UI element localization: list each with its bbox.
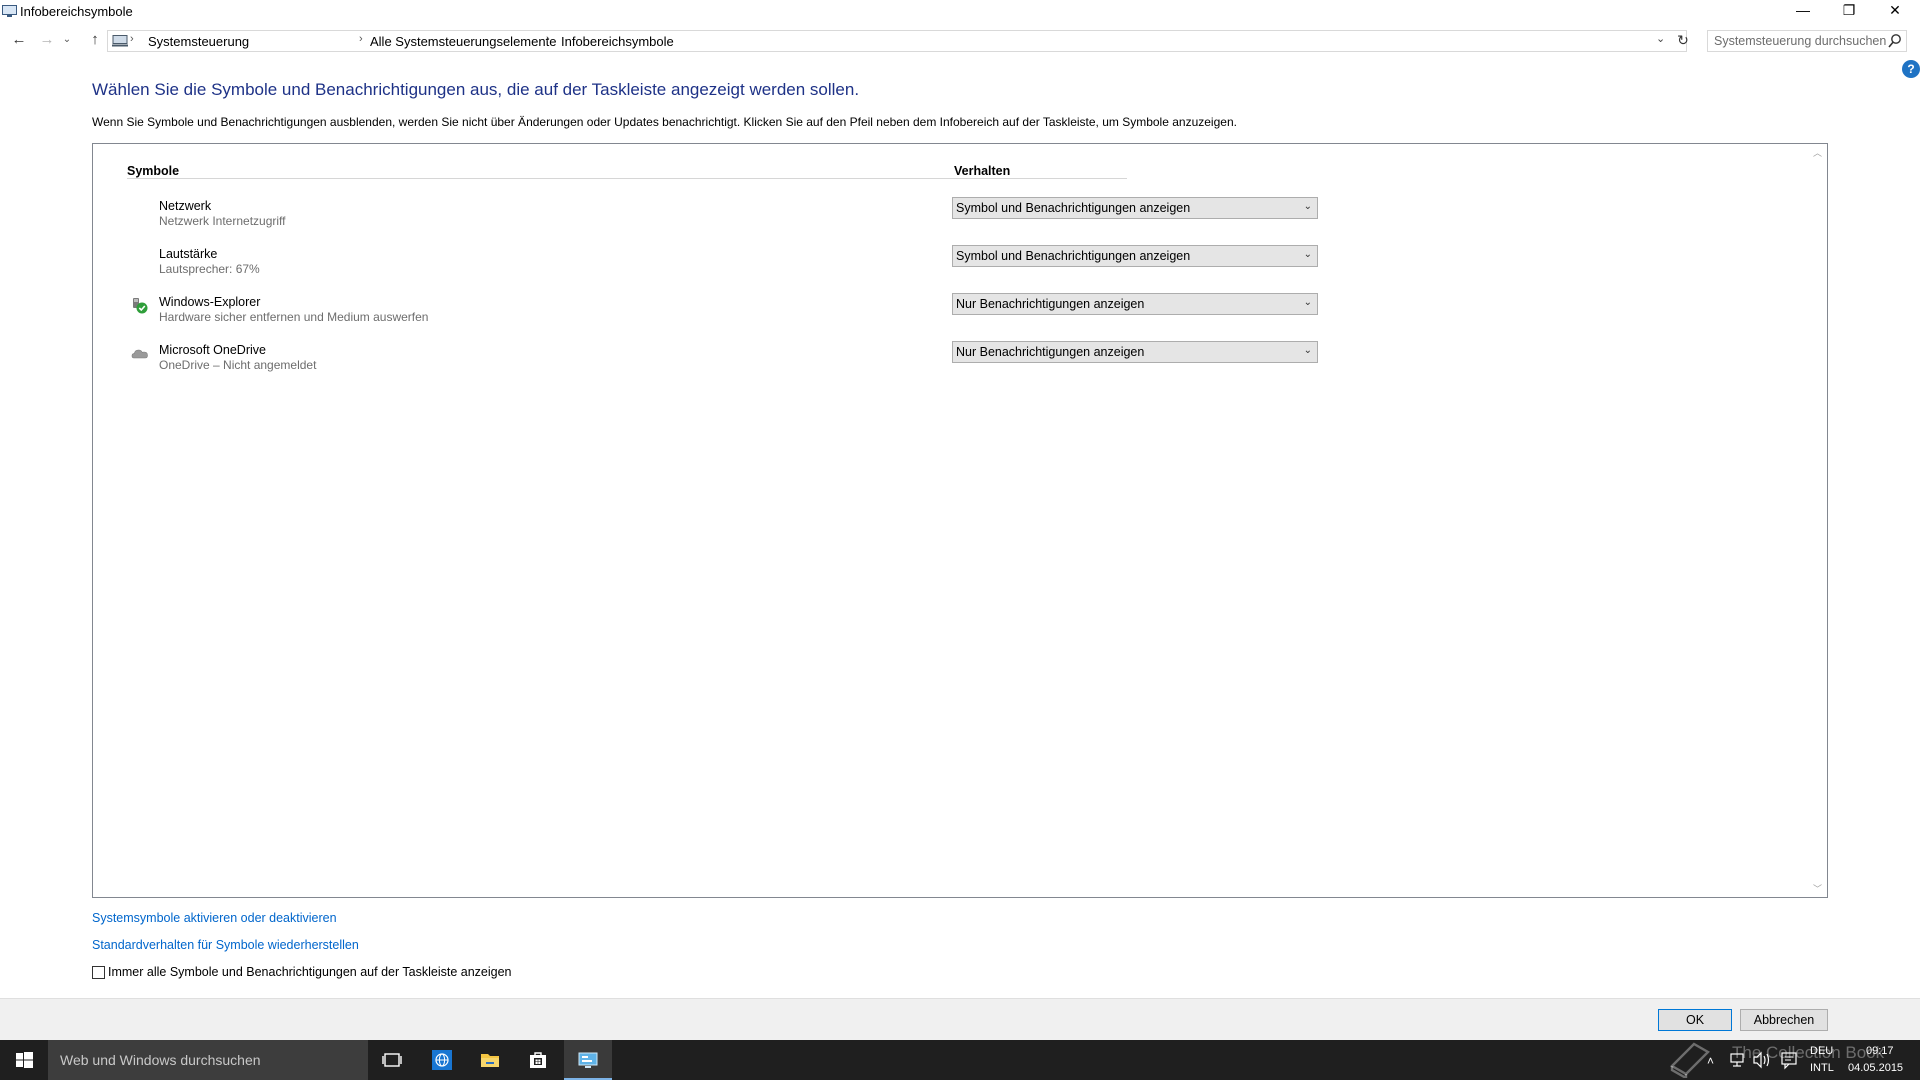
help-icon[interactable]: ? (1902, 60, 1920, 78)
close-button[interactable]: ✕ (1872, 0, 1918, 24)
start-button[interactable] (0, 1040, 48, 1080)
column-header-symbols[interactable]: Symbole (127, 164, 179, 178)
windows-logo-icon (16, 1052, 33, 1068)
control-panel-icon (2, 5, 17, 17)
control-panel-icon (578, 1052, 598, 1068)
restore-defaults-link[interactable]: Standardverhalten für Symbole wiederhers… (92, 938, 359, 952)
chevron-down-icon: ⌄ (1303, 297, 1312, 308)
task-view-icon (382, 1053, 402, 1067)
maximize-button[interactable]: ❐ (1826, 0, 1872, 24)
taskbar: Web und Windows durchsuchen ˄ DEU INTL 0… (0, 1040, 1920, 1080)
scroll-up-icon[interactable]: ︿ (1813, 146, 1822, 159)
dropdown-value: Symbol und Benachrichtigungen anzeigen (956, 201, 1191, 215)
chevron-down-icon: ⌄ (1303, 201, 1312, 212)
checkbox-label[interactable]: Immer alle Symbole und Benachrichtigunge… (108, 965, 511, 979)
store-bag-icon (530, 1052, 546, 1068)
system-icons-link[interactable]: Systemsymbole aktivieren oder deaktivier… (92, 911, 337, 925)
taskbar-store-button[interactable] (514, 1040, 562, 1080)
watermark-text: The Collection Book (1732, 1043, 1885, 1062)
list-item: Microsoft OneDrive OneDrive – Nicht ange… (93, 341, 1793, 385)
safely-remove-hardware-icon (133, 298, 148, 314)
task-view-button[interactable] (368, 1040, 416, 1080)
behavior-dropdown[interactable]: Nur Benachrichtigungen anzeigen ⌄ (952, 293, 1318, 315)
header-divider (127, 178, 1127, 179)
taskbar-search[interactable]: Web und Windows durchsuchen (48, 1040, 368, 1080)
item-name: Netzwerk (159, 199, 212, 213)
onedrive-cloud-icon (131, 349, 148, 359)
back-button[interactable]: ← (8, 30, 30, 52)
search-box[interactable]: Systemsteuerung durchsuchen (1707, 30, 1907, 52)
dropdown-value: Nur Benachrichtigungen anzeigen (956, 345, 1145, 359)
title-bar: Infobereichsymbole — ❐ ✕ (0, 0, 1920, 24)
always-show-all-checkbox[interactable] (92, 966, 105, 979)
folder-icon (481, 1054, 499, 1067)
vertical-scrollbar[interactable]: ︿ ﹀ (1810, 144, 1827, 897)
item-subtitle: Hardware sicher entfernen und Medium aus… (159, 310, 429, 324)
chevron-down-icon: ⌄ (1303, 345, 1312, 356)
forward-button[interactable]: → (36, 30, 58, 52)
taskbar-control-panel-button[interactable] (564, 1040, 612, 1080)
column-header-behavior[interactable]: Verhalten (954, 164, 1010, 178)
item-name: Microsoft OneDrive (159, 343, 266, 357)
recent-locations-button[interactable]: ⌄ (60, 30, 74, 52)
notification-icons-list: Symbole Verhalten Netzwerk Netzwerk Inte… (92, 143, 1828, 898)
item-subtitle: Netzwerk Internetzugriff (159, 214, 286, 228)
refresh-button[interactable]: ↻ (1672, 32, 1694, 50)
item-subtitle: Lautsprecher: 67% (159, 262, 260, 276)
keyboard-layout[interactable]: INTL (1810, 1062, 1834, 1074)
computer-icon (112, 35, 128, 47)
cancel-button[interactable]: Abbrechen (1740, 1009, 1828, 1031)
navigation-bar: ← → ⌄ ↑ › Systemsteuerung › Alle Systems… (0, 28, 1920, 54)
list-item: Netzwerk Netzwerk Internetzugriff Symbol… (93, 197, 1793, 241)
page-title: Wählen Sie die Symbole und Benachrichtig… (92, 80, 860, 99)
item-name: Windows-Explorer (159, 295, 261, 309)
chevron-down-icon: ⌄ (1303, 249, 1312, 260)
taskbar-explorer-button[interactable] (466, 1040, 514, 1080)
item-subtitle: OneDrive – Nicht angemeldet (159, 358, 317, 372)
book-watermark-icon (1670, 1042, 1710, 1078)
behavior-dropdown[interactable]: Symbol und Benachrichtigungen anzeigen ⌄ (952, 245, 1318, 267)
behavior-dropdown[interactable]: Symbol und Benachrichtigungen anzeigen ⌄ (952, 197, 1318, 219)
address-bar[interactable]: › Systemsteuerung › Alle Systemsteuerungsel… (107, 30, 1687, 52)
globe-icon (432, 1050, 452, 1070)
ok-button[interactable]: OK (1658, 1009, 1732, 1031)
up-button[interactable]: ↑ (84, 30, 106, 52)
breadcrumb-item[interactable]: Infobereichsymbole (561, 34, 674, 49)
taskbar-search-placeholder: Web und Windows durchsuchen (60, 1052, 261, 1068)
breadcrumb-separator[interactable]: › (546, 33, 550, 45)
dropdown-value: Symbol und Benachrichtigungen anzeigen (956, 249, 1191, 263)
item-name: Lautstärke (159, 247, 218, 261)
breadcrumb-item[interactable]: Systemsteuerung (148, 34, 249, 49)
dropdown-value: Nur Benachrichtigungen anzeigen (956, 297, 1145, 311)
scroll-down-icon[interactable]: ﹀ (1813, 882, 1822, 895)
minimize-button[interactable]: — (1780, 0, 1826, 24)
list-item: Lautstärke Lautsprecher: 67% Symbol und … (93, 245, 1793, 289)
behavior-dropdown[interactable]: Nur Benachrichtigungen anzeigen ⌄ (952, 341, 1318, 363)
search-icon (1888, 34, 1901, 48)
address-dropdown-icon[interactable]: ⌄ (1656, 32, 1665, 45)
breadcrumb-separator[interactable]: › (359, 33, 363, 45)
dialog-footer: OK Abbrechen (0, 998, 1920, 1040)
search-placeholder: Systemsteuerung durchsuchen (1714, 34, 1887, 48)
breadcrumb-separator[interactable]: › (130, 33, 134, 45)
breadcrumb-item[interactable]: Alle Systemsteuerungselemente (370, 34, 556, 49)
page-description: Wenn Sie Symbole und Benachrichtigungen … (92, 115, 1237, 129)
taskbar-browser-button[interactable] (418, 1040, 466, 1080)
clock-date[interactable]: 04.05.2015 (1848, 1062, 1903, 1074)
list-item: Windows-Explorer Hardware sicher entfern… (93, 293, 1793, 337)
window-title: Infobereichsymbole (20, 4, 133, 19)
